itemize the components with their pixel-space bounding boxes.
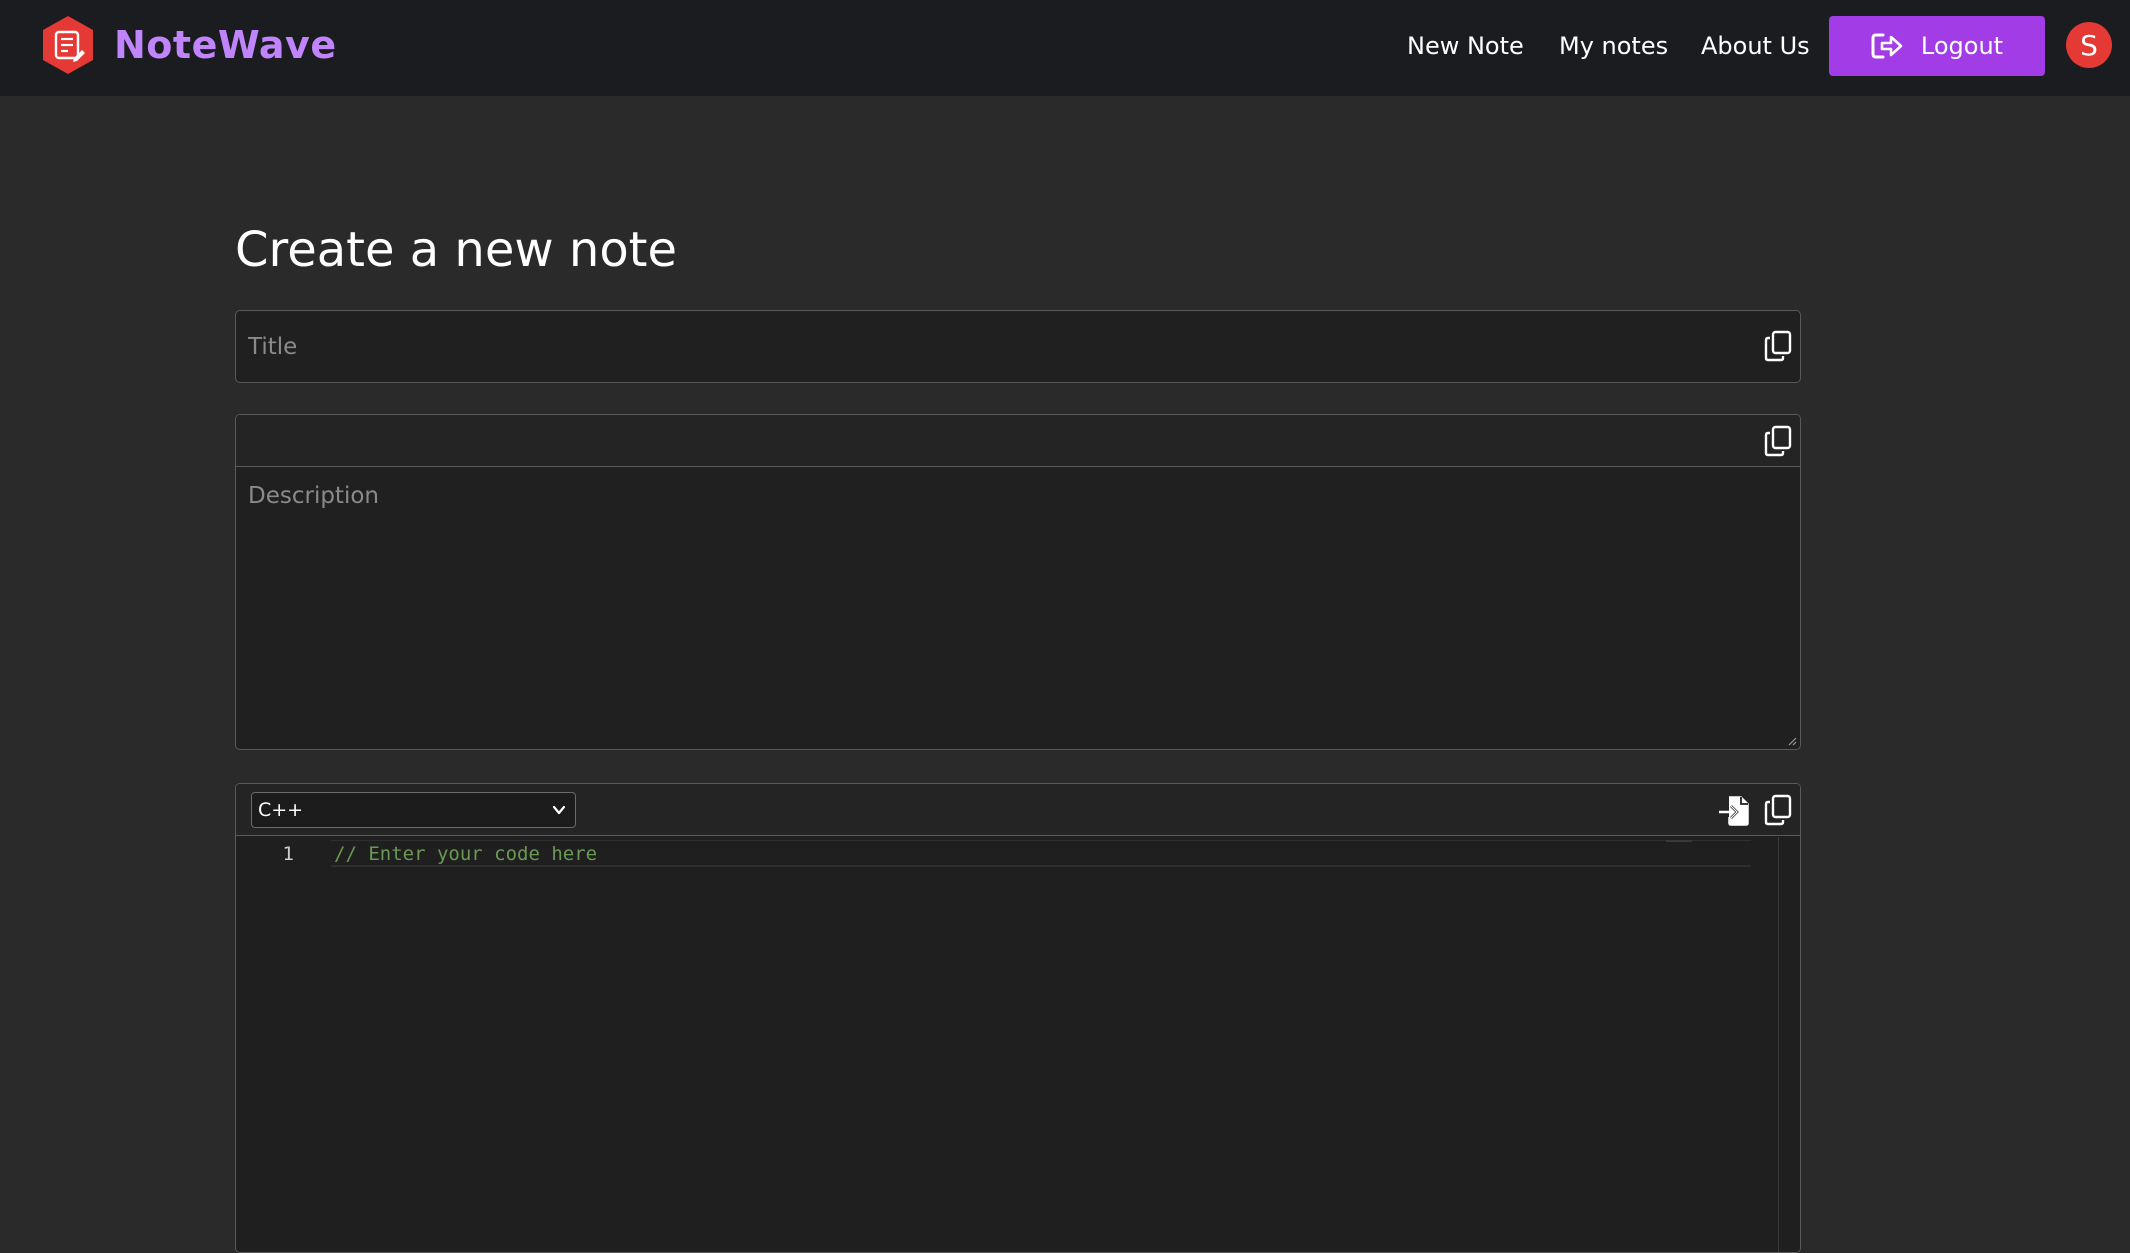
code-editor[interactable]: 1 // Enter your code here [236, 837, 1778, 1252]
title-copy-button[interactable] [1761, 328, 1795, 364]
code-line: // Enter your code here [334, 843, 598, 865]
note-edit-icon [43, 16, 93, 74]
avatar[interactable]: S [2066, 22, 2112, 68]
line-number-gutter: 1 [236, 837, 326, 1252]
copy-icon [1764, 330, 1792, 362]
nav-link-about-us[interactable]: About Us [1701, 28, 1810, 64]
copy-icon [1764, 425, 1792, 457]
page-title: Create a new note [235, 222, 678, 278]
title-field-container [235, 310, 1801, 383]
description-copy-button[interactable] [1761, 423, 1795, 459]
brand[interactable]: NoteWave [38, 14, 337, 76]
chevron-down-icon [552, 805, 566, 815]
resize-grip-icon[interactable] [1787, 736, 1797, 746]
avatar-initial: S [2080, 28, 2098, 62]
editor-scrollbar[interactable] [1778, 837, 1800, 1252]
import-file-button[interactable] [1717, 792, 1751, 828]
logout-button[interactable]: Logout [1829, 16, 2045, 76]
code-editor-container: C++ 1 // Enter your code here [235, 783, 1801, 1253]
logout-label: Logout [1920, 32, 2004, 60]
line-number: 1 [282, 843, 294, 865]
description-toolbar [236, 415, 1800, 467]
nav-link-new-note[interactable]: New Note [1407, 28, 1524, 64]
language-select[interactable]: C++ [251, 792, 576, 828]
file-import-icon [1719, 796, 1749, 826]
language-select-value: C++ [258, 799, 304, 821]
logout-icon [1871, 33, 1903, 59]
code-copy-button[interactable] [1761, 792, 1795, 828]
navbar: NoteWave New Note My notes About Us Logo… [0, 0, 2130, 96]
description-textarea[interactable] [236, 467, 1800, 749]
description-field-container [235, 414, 1801, 750]
code-toolbar: C++ [236, 784, 1800, 836]
minimap-line [1666, 840, 1692, 842]
nav-link-my-notes[interactable]: My notes [1559, 28, 1668, 64]
brand-name: NoteWave [114, 23, 337, 67]
title-input[interactable] [236, 311, 1726, 382]
copy-icon [1764, 794, 1792, 826]
